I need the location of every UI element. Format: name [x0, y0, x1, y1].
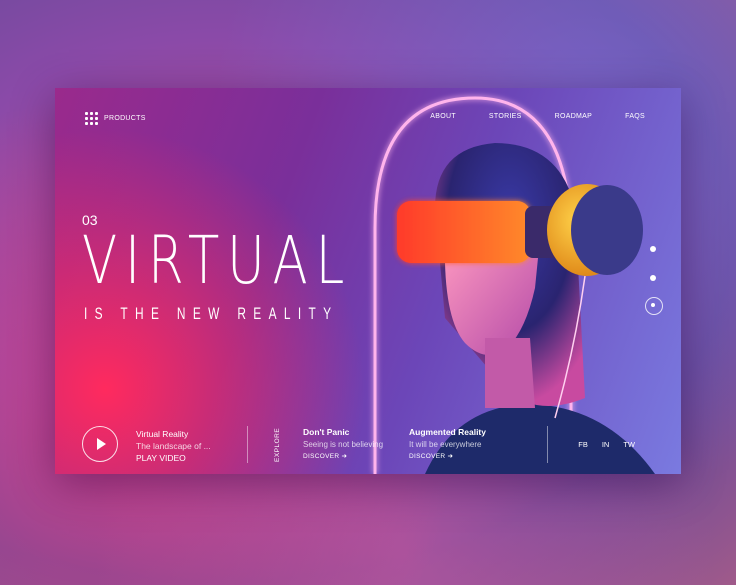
hero-subtitle: IS THE NEW REALITY	[84, 304, 339, 323]
play-video-button[interactable]	[82, 426, 118, 462]
social-link-tw[interactable]: TW	[623, 440, 635, 449]
top-nav: ABOUT STORIES ROADMAP FAQS	[430, 113, 645, 120]
arrow-right-icon: ➜	[341, 453, 348, 460]
landing-card: PRODUCTS ABOUT STORIES ROADMAP FAQS 03 V…	[55, 88, 681, 474]
story-card-2[interactable]: Augmented Reality It will be everywhere …	[409, 427, 486, 463]
discover-link[interactable]: DISCOVER ➜	[303, 451, 383, 463]
video-title: Virtual Reality	[136, 429, 189, 439]
explore-label: EXPLORE	[274, 427, 281, 462]
discover-label: DISCOVER	[409, 453, 446, 460]
grid-menu-icon[interactable]	[85, 112, 98, 125]
products-menu[interactable]: PRODUCTS	[85, 112, 146, 125]
vr-person-illustration	[373, 96, 655, 474]
hero-title: VIRTUAL	[82, 222, 353, 299]
vr-visor	[397, 201, 531, 263]
social-link-fb[interactable]: FB	[578, 440, 588, 449]
discover-label: DISCOVER	[303, 453, 340, 460]
active-dot-icon	[651, 303, 655, 307]
nav-link-stories[interactable]: STORIES	[489, 113, 522, 120]
discover-link[interactable]: DISCOVER ➜	[409, 451, 486, 463]
divider	[547, 426, 548, 463]
story-title: Augmented Reality	[409, 427, 486, 437]
nav-link-roadmap[interactable]: ROADMAP	[555, 113, 593, 120]
slider-dot-2[interactable]	[650, 275, 656, 281]
nav-link-about[interactable]: ABOUT	[430, 113, 456, 120]
story-card-1[interactable]: Don't Panic Seeing is not believing DISC…	[303, 427, 383, 463]
story-description: It will be everywhere	[409, 439, 482, 449]
social-links: FB IN TW	[578, 440, 635, 449]
social-link-in[interactable]: IN	[602, 440, 610, 449]
divider	[247, 426, 248, 463]
slider-dot-1[interactable]	[650, 246, 656, 252]
arrow-right-icon: ➜	[447, 453, 454, 460]
play-icon	[97, 438, 106, 450]
story-description: Seeing is not believing	[303, 439, 384, 449]
nav-link-faqs[interactable]: FAQS	[625, 113, 645, 120]
play-video-link[interactable]: PLAY VIDEO	[136, 452, 211, 464]
products-label[interactable]: PRODUCTS	[104, 115, 146, 122]
video-description: The landscape of ...	[136, 441, 211, 451]
slider-dot-3-active[interactable]	[645, 297, 663, 315]
story-title: Don't Panic	[303, 427, 350, 437]
video-info: Virtual Reality The landscape of ... PLA…	[136, 428, 211, 464]
